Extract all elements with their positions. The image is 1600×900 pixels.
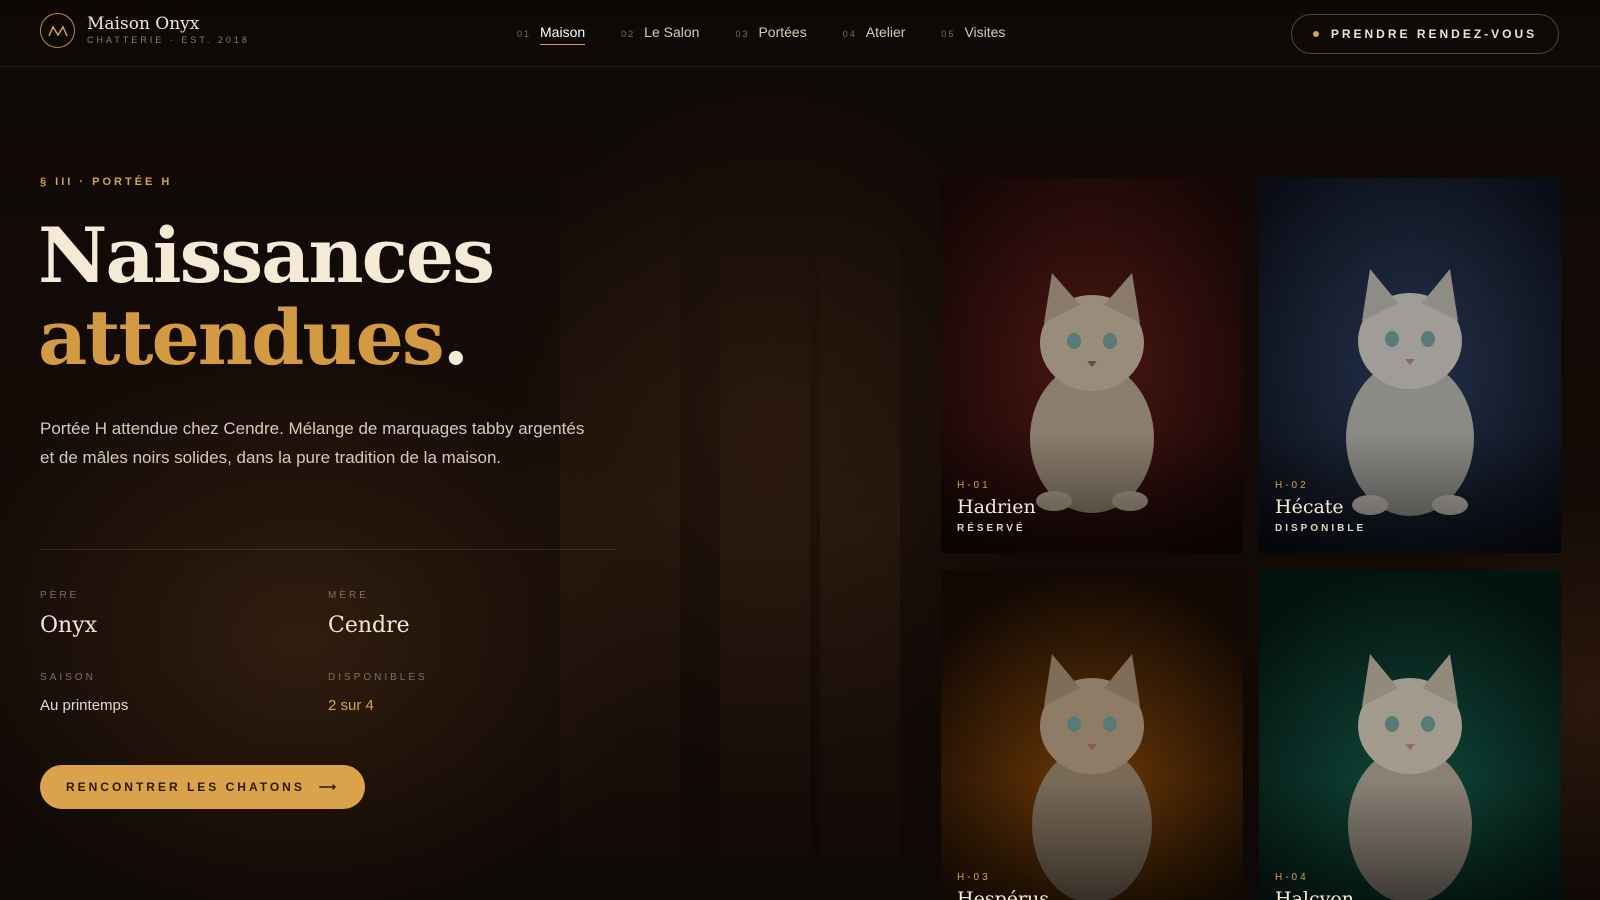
meta-value: Cendre — [328, 613, 410, 638]
card-shade — [941, 433, 1243, 553]
nav-label: Portées — [758, 24, 807, 40]
title-line-1: Naissances — [38, 211, 495, 300]
meta-value: 2 sur 4 — [328, 697, 374, 714]
nav-number: 04 — [842, 29, 857, 39]
title-period: . — [442, 293, 470, 382]
kitten-card[interactable]: H-01 Hadrien RÉSERVÉ — [941, 178, 1243, 553]
kitten-code: H-02 — [1275, 480, 1309, 491]
brand-tagline: CHATTERIE · EST. 2018 — [87, 35, 250, 45]
kitten-code: H-03 — [957, 872, 991, 883]
page-title: Naissances attendues. — [38, 211, 495, 379]
meet-kittens-label: RENCONTRER LES CHATONS — [65, 780, 305, 794]
litter-description: Portée H attendue chez Cendre. Mélange d… — [40, 419, 585, 467]
monogram-icon — [40, 13, 75, 48]
brand-name: Maison Onyx — [87, 14, 200, 34]
nav-item-le-salon[interactable]: 02 Le Salon — [621, 24, 699, 45]
meta-label: DISPONIBLES — [328, 672, 428, 683]
kitten-name: Hespérus — [957, 888, 1050, 900]
title-line-2-text: attendues — [38, 293, 445, 382]
nav-label: Maison — [540, 24, 586, 45]
divider — [40, 549, 616, 550]
nav-label: Visites — [964, 24, 1006, 40]
arrow-right-icon: ⟶ — [318, 780, 340, 794]
main-nav: 01 Maison 02 Le Salon 03 Portées 04 Atel… — [517, 24, 1005, 45]
nav-item-portees[interactable]: 03 Portées — [735, 24, 806, 45]
nav-item-maison[interactable]: 01 Maison — [517, 24, 586, 45]
meta-available: DISPONIBLES 2 sur 4 — [328, 672, 428, 714]
card-shade — [1259, 433, 1561, 553]
nav-item-atelier[interactable]: 04 Atelier — [843, 24, 906, 45]
nav-number: 02 — [621, 29, 636, 39]
kitten-card[interactable]: H-02 Hécate DISPONIBLE — [1259, 178, 1561, 553]
kitten-name: Hadrien — [957, 496, 1036, 518]
kitten-name: Hécate — [1275, 496, 1344, 518]
section-eyebrow: § III · PORTÉE H — [40, 176, 173, 188]
kitten-code: H-01 — [957, 480, 991, 491]
book-appointment-label: PRENDRE RENDEZ-VOUS — [1330, 27, 1538, 41]
meta-season: SAISON Au printemps — [40, 672, 128, 714]
nav-label: Le Salon — [644, 24, 700, 40]
nav-number: 03 — [735, 29, 750, 39]
site-header: Maison Onyx CHATTERIE · EST. 2018 01 Mai… — [0, 0, 1600, 67]
status-dot-icon — [1312, 31, 1319, 37]
kitten-status: DISPONIBLE — [1275, 523, 1367, 534]
meet-kittens-button[interactable]: RENCONTRER LES CHATONS ⟶ — [40, 765, 365, 809]
kitten-status: RÉSERVÉ — [957, 523, 1026, 534]
meta-label: SAISON — [40, 672, 96, 683]
nav-number: 01 — [517, 29, 532, 39]
nav-label: Atelier — [865, 24, 906, 40]
meta-mother: MÈRE Cendre — [328, 590, 410, 638]
book-appointment-button[interactable]: PRENDRE RENDEZ-VOUS — [1291, 14, 1559, 54]
brand-logo[interactable]: Maison Onyx CHATTERIE · EST. 2018 — [40, 13, 250, 48]
kitten-name: Halcyon — [1275, 888, 1355, 900]
kitten-code: H-04 — [1275, 872, 1309, 883]
nav-number: 05 — [941, 29, 956, 39]
meta-father: PÈRE Onyx — [40, 590, 97, 638]
meta-value: Onyx — [40, 613, 98, 638]
meta-label: MÈRE — [328, 590, 369, 601]
nav-item-visites[interactable]: 05 Visites — [941, 24, 1005, 45]
kitten-card[interactable]: H-03 Hespérus — [941, 570, 1243, 900]
meta-label: PÈRE — [40, 590, 80, 601]
title-line-2: attendues. — [38, 297, 493, 379]
meta-value: Au printemps — [40, 697, 129, 714]
kitten-card[interactable]: H-04 Halcyon — [1259, 570, 1561, 900]
